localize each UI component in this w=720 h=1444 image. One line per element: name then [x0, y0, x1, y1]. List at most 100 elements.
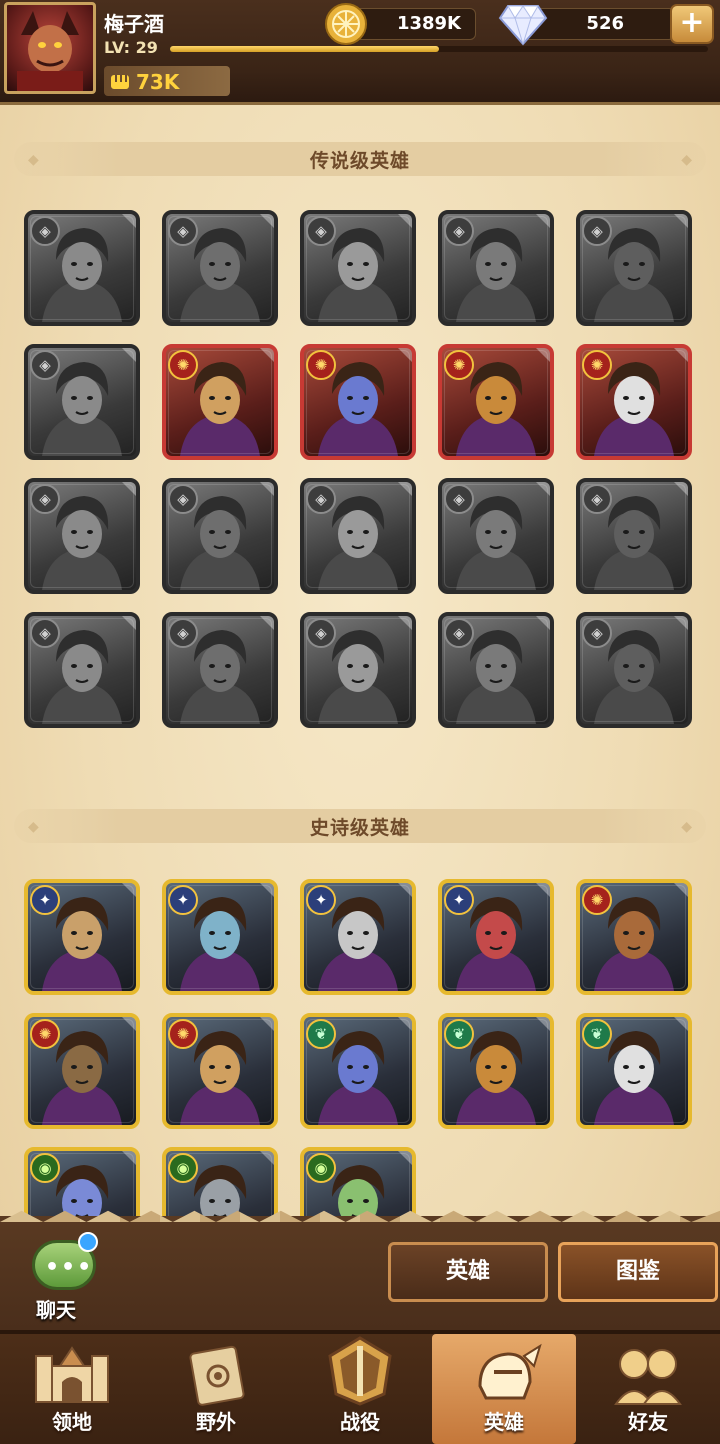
faction-sun-icon: ✺ [168, 1019, 198, 1049]
faction-gray-icon: ◈ [30, 618, 60, 648]
legendary-hero-card[interactable]: ✺ [438, 344, 554, 460]
card-corner [260, 1017, 274, 1031]
card-corner [398, 883, 412, 897]
faction-gray-icon: ◈ [30, 216, 60, 246]
legendary-hero-card[interactable]: ✺ [576, 344, 692, 460]
card-corner [260, 883, 274, 897]
faction-star-icon: ✦ [306, 885, 336, 915]
xp-bar-fill [170, 46, 439, 52]
gem-value: 526 [586, 13, 624, 34]
faction-gray-icon: ◈ [582, 484, 612, 514]
faction-sun-icon: ✺ [582, 885, 612, 915]
card-corner [674, 214, 688, 228]
legendary-hero-card[interactable]: ◈ [438, 612, 554, 728]
faction-sun-icon: ✺ [306, 350, 336, 380]
epic-hero-card[interactable]: ◉ [24, 1147, 140, 1216]
faction-star-icon: ✦ [168, 885, 198, 915]
legendary-section-title: 传说级英雄 [309, 150, 410, 172]
gold-value: 1389K [396, 13, 461, 34]
card-corner [122, 1017, 136, 1031]
legendary-hero-card[interactable]: ◈ [24, 612, 140, 728]
faction-gray-icon: ◈ [306, 618, 336, 648]
epic-hero-card[interactable]: ◉ [300, 1147, 416, 1216]
epic-hero-card[interactable]: ◉ [162, 1147, 278, 1216]
card-corner [398, 214, 412, 228]
epic-hero-card[interactable]: ✦ [438, 879, 554, 995]
epic-hero-card[interactable]: ✺ [162, 1013, 278, 1129]
epic-section-title: 史诗级英雄 [309, 817, 410, 839]
xp-bar [170, 46, 708, 52]
card-corner [122, 1151, 136, 1165]
legendary-hero-card[interactable]: ✺ [162, 344, 278, 460]
epic-hero-card[interactable]: ✺ [576, 879, 692, 995]
header-ornament-right: ◆ [681, 819, 692, 835]
tab-codex[interactable]: 图鉴 [558, 1242, 718, 1302]
legendary-hero-card[interactable]: ◈ [162, 612, 278, 728]
legendary-hero-card[interactable]: ◈ [576, 210, 692, 326]
buy-gems-button[interactable]: + [670, 4, 714, 44]
card-corner [122, 482, 136, 496]
card-corner [260, 214, 274, 228]
epic-hero-card[interactable]: ✺ [24, 1013, 140, 1129]
nav-wild[interactable]: 野外 [144, 1334, 288, 1444]
faction-sun-icon: ✺ [30, 1019, 60, 1049]
tab-heroes[interactable]: 英雄 [388, 1242, 548, 1302]
nav-territory[interactable]: 领地 [0, 1334, 144, 1444]
card-corner [536, 214, 550, 228]
card-corner [122, 348, 136, 362]
faction-eye-icon: ◉ [30, 1153, 60, 1183]
legendary-hero-card[interactable]: ◈ [24, 210, 140, 326]
faction-leaf-icon: ❦ [582, 1019, 612, 1049]
nav-friends[interactable]: 好友 [576, 1334, 720, 1444]
nav-label: 战役 [340, 1410, 380, 1434]
legendary-hero-card[interactable]: ◈ [162, 210, 278, 326]
faction-gray-icon: ◈ [168, 216, 198, 246]
legendary-hero-card[interactable]: ◈ [438, 210, 554, 326]
faction-gray-icon: ◈ [168, 618, 198, 648]
legendary-hero-card[interactable]: ◈ [300, 210, 416, 326]
combat-power-value: 73K [136, 70, 180, 94]
nav-campaign[interactable]: 战役 [288, 1334, 432, 1444]
faction-leaf-icon: ❦ [306, 1019, 336, 1049]
legendary-hero-card[interactable]: ◈ [24, 478, 140, 594]
chat-button[interactable]: ••• 聊天 [20, 1230, 110, 1326]
card-corner [260, 616, 274, 630]
legendary-hero-card[interactable]: ◈ [24, 344, 140, 460]
castle-icon [35, 1346, 109, 1403]
epic-hero-card[interactable]: ✦ [300, 879, 416, 995]
card-corner [536, 616, 550, 630]
epic-hero-card[interactable]: ✦ [24, 879, 140, 995]
nav-label: 野外 [196, 1410, 236, 1434]
player-avatar[interactable] [4, 2, 96, 94]
legendary-hero-card[interactable]: ◈ [438, 478, 554, 594]
card-corner [536, 348, 550, 362]
epic-hero-card[interactable]: ❦ [576, 1013, 692, 1129]
player-name: 梅子酒 [104, 12, 164, 36]
legendary-hero-card[interactable]: ◈ [162, 478, 278, 594]
legendary-hero-card[interactable]: ◈ [300, 478, 416, 594]
faction-gray-icon: ◈ [444, 618, 474, 648]
epic-hero-card[interactable]: ❦ [438, 1013, 554, 1129]
avatar-portrait-icon [17, 11, 83, 91]
sword-emblem-icon [328, 1336, 392, 1406]
legendary-hero-card[interactable]: ◈ [576, 612, 692, 728]
faction-gray-icon: ◈ [582, 618, 612, 648]
header-ornament-right: ◆ [681, 152, 692, 168]
epic-hero-card[interactable]: ✦ [162, 879, 278, 995]
faction-gray-icon: ◈ [30, 484, 60, 514]
card-corner [398, 348, 412, 362]
hero-helmet-icon [478, 1343, 542, 1400]
chat-label: 聊天 [36, 1298, 76, 1322]
nav-heroes[interactable]: 英雄 [432, 1334, 576, 1444]
card-corner [122, 616, 136, 630]
card-corner [398, 482, 412, 496]
chat-dots: ••• [45, 1255, 94, 1280]
legendary-hero-card[interactable]: ◈ [300, 612, 416, 728]
legendary-hero-card[interactable]: ◈ [576, 478, 692, 594]
faction-gray-icon: ◈ [168, 484, 198, 514]
fist-icon [111, 75, 129, 89]
epic-hero-card[interactable]: ❦ [300, 1013, 416, 1129]
legendary-hero-card[interactable]: ✺ [300, 344, 416, 460]
card-corner [674, 883, 688, 897]
card-corner [122, 214, 136, 228]
